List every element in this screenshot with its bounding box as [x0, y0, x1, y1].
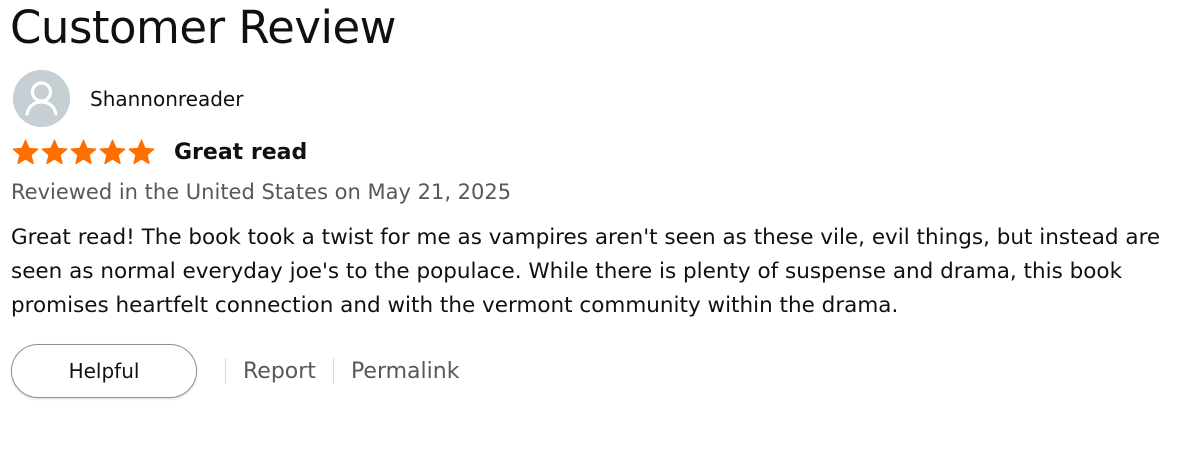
helpful-button[interactable]: Helpful: [11, 344, 197, 398]
page-title: Customer Review: [10, 1, 396, 54]
star-rating[interactable]: [11, 138, 156, 167]
report-link[interactable]: Report: [226, 359, 333, 384]
reviewer-profile[interactable]: Shannonreader: [13, 70, 243, 127]
star-filled-icon: [99, 139, 126, 165]
rating-row: Great read: [11, 138, 307, 167]
avatar-icon: [13, 70, 70, 127]
star-filled-icon: [128, 139, 155, 165]
star-filled-icon: [12, 139, 39, 165]
permalink-link[interactable]: Permalink: [334, 359, 477, 384]
review-title[interactable]: Great read: [174, 140, 307, 165]
reviewer-name[interactable]: Shannonreader: [90, 87, 243, 111]
review-body: Great read! The book took a twist for me…: [11, 225, 1161, 318]
star-filled-icon: [70, 139, 97, 165]
star-filled-icon: [41, 139, 68, 165]
review-date: Reviewed in the United States on May 21,…: [11, 180, 512, 204]
review-actions: Helpful Report Permalink: [11, 344, 476, 398]
